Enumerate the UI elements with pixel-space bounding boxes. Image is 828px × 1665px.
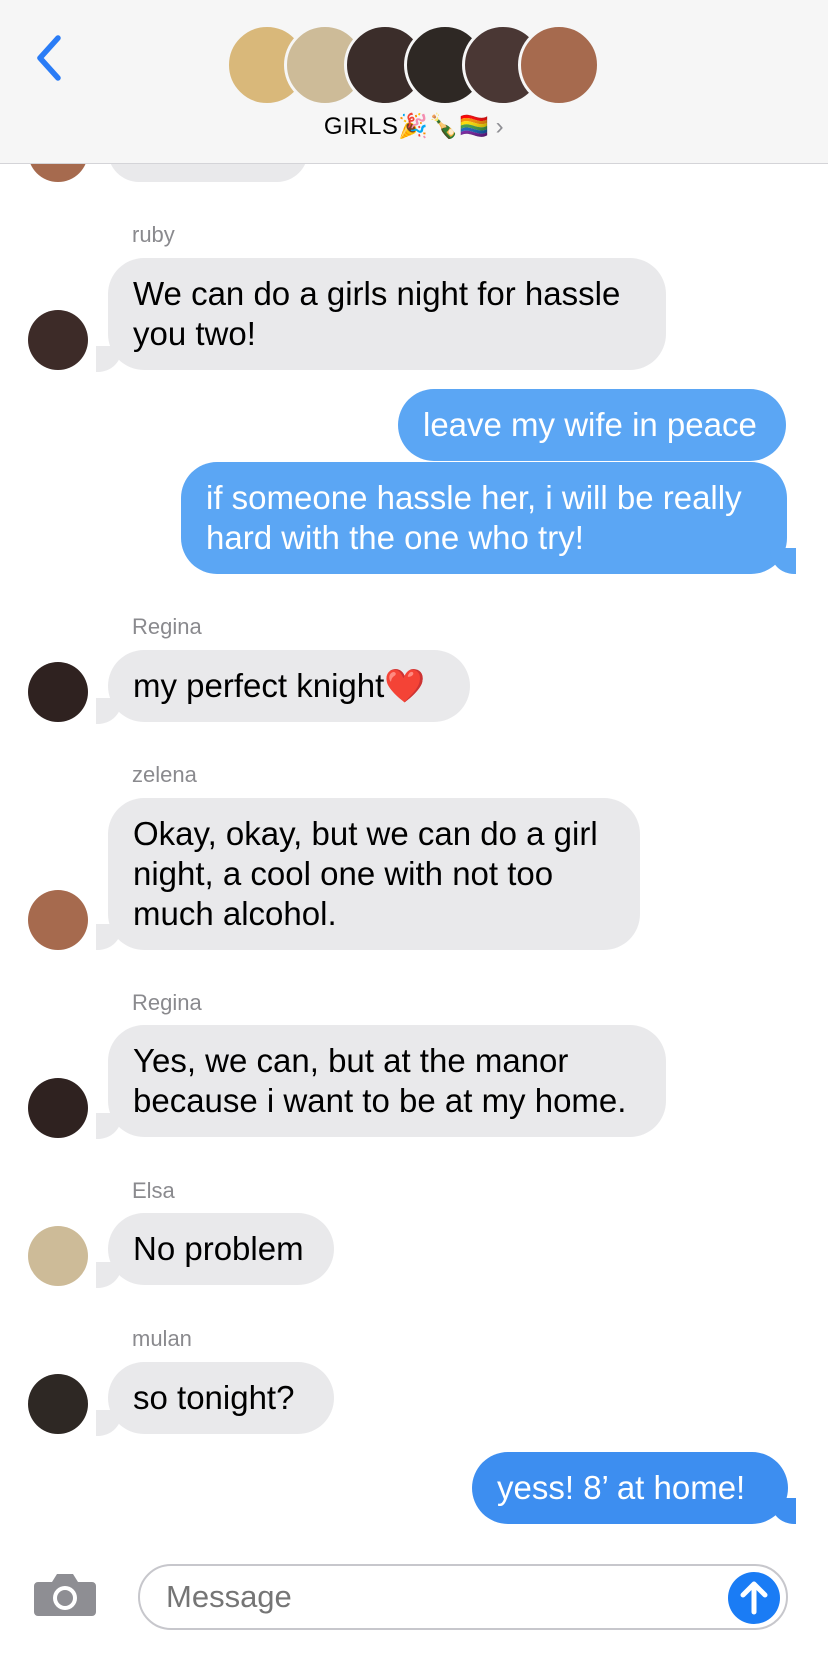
avatar[interactable] xyxy=(28,1226,88,1286)
message-bubble[interactable]: so tonight? xyxy=(108,1362,334,1434)
send-button[interactable] xyxy=(728,1572,780,1624)
sender-name: ruby xyxy=(132,222,175,247)
sender-name: Elsa xyxy=(132,1178,175,1203)
chevron-left-icon xyxy=(37,35,61,81)
message-bubble[interactable]: yess! 8’ at home! xyxy=(472,1452,788,1524)
back-button[interactable] xyxy=(30,30,66,86)
message-bubble[interactable]: We can do a girls night for hassle you t… xyxy=(108,258,666,370)
sender-name: Regina xyxy=(132,990,202,1015)
message-bubble[interactable]: Okay, okay, but we can do a girl night, … xyxy=(108,798,640,950)
message-bubble[interactable]: leave my wife in peace xyxy=(398,389,786,461)
message-list: ruby We can do a girls night for hassle … xyxy=(0,0,828,1665)
group-avatars[interactable] xyxy=(226,24,606,106)
message-text: Yes, we can, but at the manor because i … xyxy=(133,1042,627,1119)
group-name: GIRLS🎉🍾🏳️‍🌈 xyxy=(323,113,490,140)
message-bubble[interactable]: No problem xyxy=(108,1213,334,1285)
camera-button[interactable] xyxy=(34,1570,96,1618)
group-name-button[interactable]: GIRLS🎉🍾🏳️‍🌈 › xyxy=(0,112,828,141)
avatar[interactable] xyxy=(28,310,88,370)
avatar[interactable] xyxy=(28,1078,88,1138)
message-input[interactable] xyxy=(138,1564,788,1630)
message-text: if someone hassle her, i will be really … xyxy=(206,479,742,556)
message-text: leave my wife in peace xyxy=(423,406,757,443)
message-bubble[interactable]: Yes, we can, but at the manor because i … xyxy=(108,1025,666,1137)
message-text: so tonight? xyxy=(133,1379,295,1416)
avatar[interactable] xyxy=(28,662,88,722)
sender-name: zelena xyxy=(132,762,197,787)
avatar[interactable] xyxy=(28,1374,88,1434)
arrow-up-icon xyxy=(740,1581,768,1615)
message-text: No problem xyxy=(133,1230,304,1267)
message-text: my perfect knight❤️ xyxy=(133,667,426,704)
avatar[interactable] xyxy=(28,890,88,950)
message-bubble[interactable]: if someone hassle her, i will be really … xyxy=(181,462,787,574)
avatar xyxy=(518,24,600,106)
message-text: Okay, okay, but we can do a girl night, … xyxy=(133,815,598,932)
conversation-header: GIRLS🎉🍾🏳️‍🌈 › xyxy=(0,0,828,164)
sender-name: Regina xyxy=(132,614,202,639)
sender-name: mulan xyxy=(132,1326,192,1351)
camera-icon xyxy=(34,1574,96,1616)
message-text: yess! 8’ at home! xyxy=(497,1469,746,1506)
message-bubble[interactable]: my perfect knight❤️ xyxy=(108,650,470,722)
chevron-right-icon: › xyxy=(495,113,505,140)
message-text: We can do a girls night for hassle you t… xyxy=(133,275,621,352)
message-input-bar xyxy=(0,1540,828,1665)
